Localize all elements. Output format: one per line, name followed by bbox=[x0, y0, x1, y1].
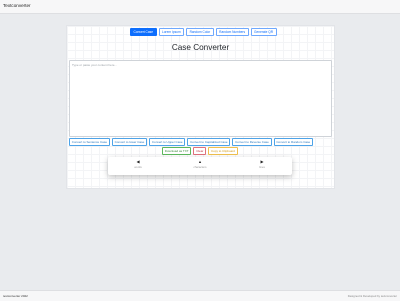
tab-random-numbers[interactable]: Random Numbers bbox=[215, 28, 249, 36]
pager-previous[interactable]: ◀ words bbox=[123, 160, 153, 170]
tab-convert-case[interactable]: Convert Case bbox=[130, 28, 157, 36]
pager-next-label: lines bbox=[259, 165, 265, 169]
tab-lorem-ipsum[interactable]: Lorem Ipsum bbox=[158, 28, 185, 36]
copy-clipboard-button[interactable]: Copy to Clipboard bbox=[208, 147, 238, 155]
download-txt-button[interactable]: Download as TXT bbox=[162, 147, 192, 155]
arrow-right-icon: ▶ bbox=[260, 160, 264, 164]
brand-logo[interactable]: Textconverter bbox=[3, 3, 31, 8]
arrow-up-icon: ▲ bbox=[198, 160, 202, 164]
stats-pager: ◀ words ▲ characters ▶ lines bbox=[108, 157, 292, 175]
pager-previous-label: words bbox=[134, 165, 142, 169]
pager-next[interactable]: ▶ lines bbox=[247, 160, 277, 170]
sentence-case-button[interactable]: Convert to Sentence Case bbox=[69, 138, 110, 146]
top-navbar: Textconverter bbox=[0, 0, 400, 14]
clear-button[interactable]: Clear bbox=[193, 147, 207, 155]
tool-tabs: Convert Case Lorem Ipsum Random Color Ra… bbox=[130, 28, 277, 36]
lower-case-button[interactable]: Convert to lower Case bbox=[111, 138, 148, 146]
footer-credit: Designed & Developed by textconverter bbox=[347, 294, 397, 298]
reverse-case-button[interactable]: Convert to Reverse Case bbox=[232, 138, 272, 146]
page-title: Case Converter bbox=[171, 43, 230, 52]
tab-generate-qr[interactable]: Generate QR bbox=[250, 28, 277, 36]
footer-copyright: textconverter 2022 bbox=[3, 294, 28, 298]
capitalized-case-button[interactable]: Convert to Capitalized Case bbox=[187, 138, 231, 146]
page-footer: textconverter 2022 Designed & Developed … bbox=[0, 290, 400, 301]
arrow-left-icon: ◀ bbox=[136, 160, 140, 164]
upper-case-button[interactable]: Convert to Upper Case bbox=[149, 138, 186, 146]
editor-placeholder: Type or paste your content here... bbox=[72, 63, 117, 67]
text-input-area[interactable]: Type or paste your content here... bbox=[69, 60, 332, 137]
pager-middle-label: characters bbox=[193, 165, 207, 169]
pager-middle[interactable]: ▲ characters bbox=[185, 160, 215, 170]
random-case-button[interactable]: Convert to Random Case bbox=[273, 138, 314, 146]
convert-button-row: Convert to Sentence Case Convert to lowe… bbox=[69, 138, 314, 146]
tab-random-color[interactable]: Random Color bbox=[186, 28, 214, 36]
action-button-row: Download as TXT Clear Copy to Clipboard bbox=[162, 147, 238, 155]
